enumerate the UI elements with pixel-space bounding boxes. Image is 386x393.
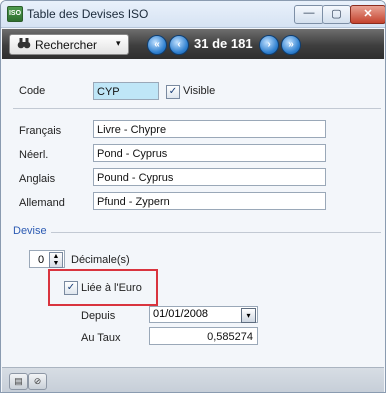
taux-label: Au Taux	[81, 332, 121, 344]
code-label: Code	[19, 85, 46, 97]
name-field-fr[interactable]: Livre - Chypre	[93, 120, 326, 138]
name-field-de[interactable]: Pfund - Zypern	[93, 192, 326, 210]
maximize-icon: ▢	[331, 8, 342, 20]
last-record-button[interactable]: »	[281, 35, 301, 55]
name-field-nl[interactable]: Pond - Cyprus	[93, 144, 326, 162]
name-label-nl: Néerl.	[19, 149, 49, 161]
divider	[13, 108, 381, 109]
decimals-label: Décimale(s)	[71, 254, 130, 266]
close-icon: ✕	[363, 8, 373, 20]
save-icon[interactable]: ▤	[9, 373, 28, 390]
section-divider	[51, 232, 381, 233]
decimals-stepper[interactable]: 0 ▲ ▼	[29, 250, 65, 268]
visible-label: Visible	[183, 85, 216, 97]
title-bar[interactable]: ISO Table des Devises ISO — ▢ ✕	[1, 1, 385, 28]
depuis-value: 01/01/2008	[153, 308, 209, 320]
check-icon: ✓	[168, 86, 178, 97]
status-bar: ▤ ⊘	[2, 367, 384, 392]
search-label: Rechercher	[35, 38, 98, 52]
minimize-icon: —	[303, 7, 315, 19]
minimize-button[interactable]: —	[294, 5, 324, 24]
depuis-date-field[interactable]: 01/01/2008 ▾	[149, 306, 258, 323]
euro-label: Liée à l'Euro	[81, 282, 142, 294]
chevron-down-icon[interactable]: ▾	[116, 38, 121, 49]
window: ISO Table des Devises ISO — ▢ ✕ Recherch…	[0, 0, 386, 393]
devise-section-title: Devise	[13, 225, 47, 237]
cancel-icon[interactable]: ⊘	[28, 373, 47, 390]
chevron-down-icon[interactable]: ▾	[241, 308, 256, 323]
code-field[interactable]: CYP	[93, 82, 159, 100]
record-counter: 31 de 181	[194, 36, 253, 51]
binoculars-icon	[17, 37, 31, 52]
search-button[interactable]: Rechercher ▾	[9, 34, 129, 55]
depuis-label: Depuis	[81, 310, 116, 322]
check-icon: ✓	[66, 282, 76, 293]
stepper-arrows-icon[interactable]: ▲ ▼	[49, 252, 63, 268]
taux-field[interactable]: 0,585274	[149, 327, 258, 345]
name-label-en: Anglais	[19, 173, 56, 185]
name-label-fr: Français	[19, 125, 62, 137]
toolbar: Rechercher ▾ « ‹ 31 de 181 › »	[2, 29, 384, 59]
maximize-button[interactable]: ▢	[322, 5, 351, 24]
name-label-de: Allemand	[19, 197, 65, 209]
close-button[interactable]: ✕	[350, 5, 385, 24]
next-record-button[interactable]: ›	[259, 35, 279, 55]
decimals-value: 0	[38, 254, 45, 266]
window-title: Table des Devises ISO	[27, 7, 149, 21]
app-icon: ISO	[7, 6, 23, 22]
euro-checkbox[interactable]: ✓	[64, 281, 78, 295]
name-field-en[interactable]: Pound - Cyprus	[93, 168, 326, 186]
previous-record-button[interactable]: ‹	[169, 35, 189, 55]
first-record-button[interactable]: «	[147, 35, 167, 55]
visible-checkbox[interactable]: ✓	[166, 85, 180, 99]
